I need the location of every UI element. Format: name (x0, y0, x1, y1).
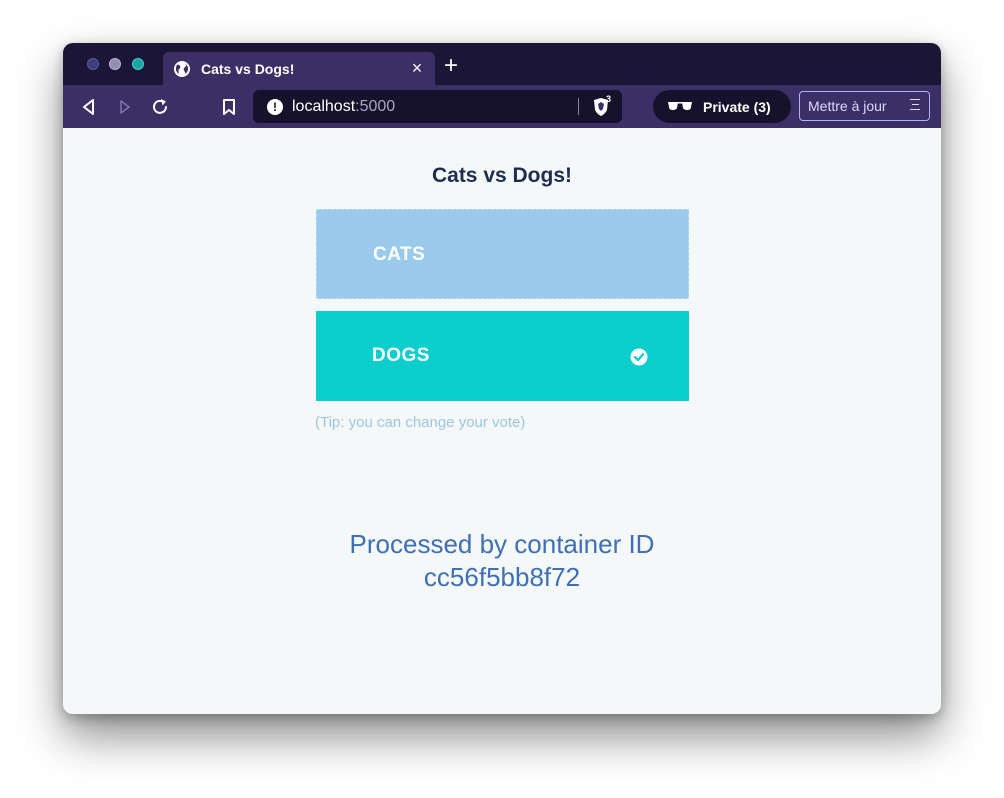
sunglasses-icon (668, 102, 692, 110)
globe-icon (174, 61, 190, 77)
vote-dogs-label: DOGS (372, 345, 430, 366)
container-id-text: Processed by container ID cc56f5bb8f72 (63, 528, 941, 594)
update-label: Mettre à jour (808, 98, 887, 114)
reload-icon[interactable] (149, 96, 171, 118)
back-icon[interactable] (78, 96, 100, 118)
minimize-window-button[interactable] (109, 58, 121, 70)
update-button[interactable]: Mettre à jour (799, 91, 930, 121)
tab-title: Cats vs Dogs! (201, 61, 295, 77)
vote-dogs-button[interactable]: DOGS (316, 311, 689, 401)
url-text[interactable]: localhost:5000 (292, 98, 395, 116)
info-icon[interactable]: ! (267, 99, 283, 115)
page-title: Cats vs Dogs! (431, 164, 573, 187)
vote-cats-label: CATS (373, 244, 426, 265)
check-circle-icon (630, 348, 648, 366)
private-label: Private (3) (703, 99, 771, 115)
container-id: cc56f5bb8f72 (423, 562, 581, 592)
tab-close-icon[interactable]: × (407, 57, 427, 79)
url-divider (578, 98, 579, 115)
close-window-button[interactable] (87, 58, 99, 70)
processed-label: Processed by container ID (349, 529, 655, 559)
bookmark-icon[interactable] (218, 96, 240, 118)
hamburger-menu-icon[interactable] (910, 99, 921, 113)
address-bar[interactable]: ! localhost:5000 3 (253, 90, 622, 123)
tab-cats-vs-dogs[interactable]: Cats vs Dogs! × (163, 52, 435, 85)
new-tab-button[interactable]: + (440, 54, 462, 78)
shield-count-badge: 3 (606, 94, 612, 104)
tab-strip: Cats vs Dogs! × + (63, 43, 941, 85)
browser-window: Cats vs Dogs! × + ! localhost:5000 3 Pri… (63, 43, 941, 714)
vote-cats-button[interactable]: CATS (316, 209, 689, 299)
page-content: Cats vs Dogs! CATS DOGS (Tip: you can ch… (63, 128, 941, 714)
vote-tip: (Tip: you can change your vote) (315, 414, 526, 431)
browser-toolbar: ! localhost:5000 3 Private (3) Mettre à … (63, 85, 941, 128)
maximize-window-button[interactable] (132, 58, 144, 70)
forward-icon[interactable] (114, 96, 136, 118)
private-window-indicator[interactable]: Private (3) (653, 90, 791, 123)
url-port: :5000 (355, 98, 396, 115)
url-host: localhost (292, 98, 356, 115)
